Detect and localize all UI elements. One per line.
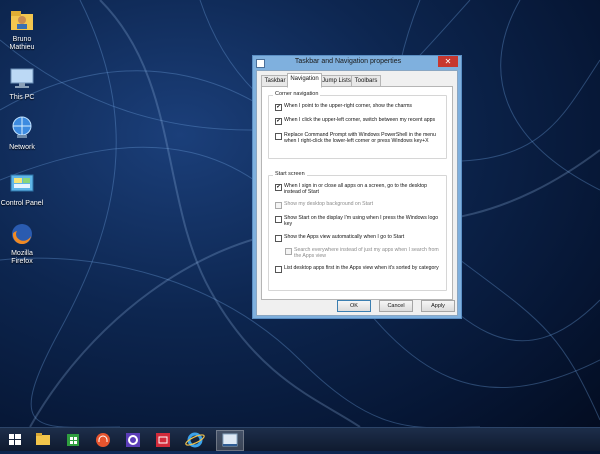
group-title: Corner navigation [273,91,321,97]
desktop-icon-label: Network [9,144,35,151]
desktop-icon-control-panel[interactable]: Control Panel [0,170,44,208]
option-replace-command-prompt[interactable]: Replace Command Prompt with Windows Powe… [275,132,443,147]
option-go-to-desktop[interactable]: ✔ When I sign in or close all apps on a … [275,183,443,198]
windows-start-icon [9,434,21,445]
user-folder-icon [8,6,36,34]
firefox-icon [8,220,36,248]
option-label: Replace Command Prompt with Windows Powe… [284,132,436,145]
option-show-charms[interactable]: ✔ When I point to the upper-right corner… [275,103,443,112]
group-title: Start screen [273,171,307,177]
option-show-apps-view[interactable]: Show the Apps view automatically when I … [275,234,443,243]
taskbar [0,427,600,451]
computer-icon [8,64,36,92]
checkbox[interactable] [275,216,282,223]
taskbar-internet-explorer[interactable] [182,430,208,449]
navigation-tab-content: Corner navigation ✔ When I point to the … [261,86,453,300]
option-label: When I sign in or close all apps on a sc… [284,183,428,196]
desktop-icon-user[interactable]: Bruno Mathieu [0,6,44,52]
option-label: Show my desktop background on Start [284,201,374,207]
file-explorer-icon [36,433,50,445]
desktop-icon-this-pc[interactable]: This PC [0,64,44,102]
taskbar-video[interactable] [150,430,176,449]
checkbox[interactable] [275,235,282,242]
taskbar-navigation-properties-dialog: Taskbar and Navigation properties ✕ Task… [252,55,462,319]
option-label: When I point to the upper-right corner, … [284,103,413,109]
tab-navigation[interactable]: Navigation [287,73,322,88]
dialog-titlebar[interactable]: Taskbar and Navigation properties ✕ [253,56,461,70]
option-list-desktop-apps-first[interactable]: List desktop apps first in the Apps view… [275,265,443,280]
ok-button[interactable]: OK [337,300,371,312]
control-panel-icon [8,170,36,198]
internet-explorer-icon [185,432,205,448]
taskbar-store[interactable] [60,430,86,449]
checkbox[interactable]: ✔ [275,104,282,111]
option-label: Show the Apps view automatically when I … [284,234,405,240]
video-icon [156,433,170,447]
music-headphones-icon [96,433,110,447]
option-show-start-on-display[interactable]: Show Start on the display I'm using when… [275,215,443,230]
cancel-button[interactable]: Cancel [379,300,413,312]
option-switch-recent-apps[interactable]: ✔ When I click the upper-left corner, sw… [275,117,443,126]
dialog-body: Taskbar Navigation Jump Lists Toolbars C… [256,70,458,316]
taskbar-properties-window[interactable] [216,430,244,451]
option-label: When I click the upper-left corner, swit… [284,117,436,123]
option-label: List desktop apps first in the Apps view… [284,265,439,271]
network-globe-icon [8,114,36,142]
checkbox[interactable]: ✔ [275,118,282,125]
checkbox[interactable]: ✔ [275,184,282,191]
start-screen-group: Start screen ✔ When I sign in or close a… [268,171,447,291]
desktop-icon-firefox[interactable]: Mozilla Firefox [0,220,44,266]
option-desktop-background-on-start: Show my desktop background on Start [275,201,443,210]
desktop-icon-label: Mozilla Firefox [11,250,33,265]
taskbar-settings[interactable] [120,430,146,449]
desktop-icon-network[interactable]: Network [0,114,44,152]
checkbox [285,248,292,255]
option-label: Search everywhere instead of just my app… [294,247,439,260]
checkbox [275,202,282,209]
corner-navigation-group: Corner navigation ✔ When I point to the … [268,91,447,159]
desktop-icon-label: Bruno Mathieu [9,36,35,51]
taskbar-music[interactable] [90,430,116,449]
dialog-title: Taskbar and Navigation properties [294,58,402,65]
taskbar-file-explorer[interactable] [30,430,56,449]
settings-gear-icon [126,433,140,447]
desktop-icon-label: Control Panel [0,200,44,207]
store-icon [67,434,79,446]
close-button[interactable]: ✕ [438,56,458,67]
apply-button[interactable]: Apply [421,300,455,312]
checkbox[interactable] [275,266,282,273]
checkbox[interactable] [275,133,282,140]
option-label: Show Start on the display I'm using when… [284,215,439,228]
taskbar-properties-icon [222,433,238,447]
option-search-everywhere: Search everywhere instead of just my app… [285,247,443,262]
start-button[interactable] [2,430,28,449]
desktop-icon-label: This PC [9,94,35,101]
